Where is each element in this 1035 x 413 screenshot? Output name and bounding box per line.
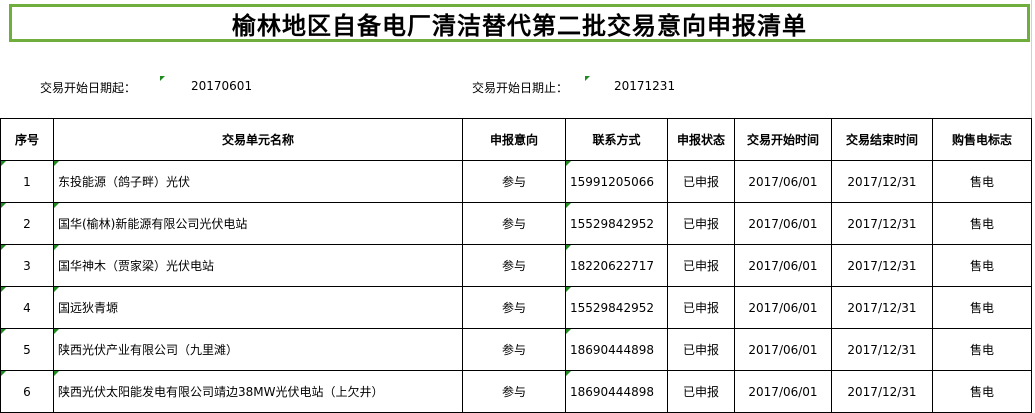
row-start-time: 2017/06/01 xyxy=(734,328,832,371)
table-row: 5 陕西光伏产业有限公司（九里滩） 参与 18690444898 已申报 201… xyxy=(0,328,1032,371)
row-unit-name: 国华神木（贾家梁）光伏电站 xyxy=(53,244,463,287)
start-date-value: 20170601 xyxy=(191,79,253,93)
row-end-time: 2017/12/31 xyxy=(831,286,933,329)
cell-comment-marker xyxy=(1,287,6,292)
table-row: 1 东投能源（鸽子畔）光伏 参与 15991205066 已申报 2017/06… xyxy=(0,160,1032,203)
cell-comment-marker xyxy=(566,329,571,334)
row-end-time: 2017/12/31 xyxy=(831,244,933,287)
row-contact: 15529842952 xyxy=(565,286,668,329)
cell-comment-marker xyxy=(54,245,59,250)
row-no: 2 xyxy=(0,202,54,245)
table-row: 3 国华神木（贾家梁）光伏电站 参与 18220622717 已申报 2017/… xyxy=(0,244,1032,287)
cell-comment-marker xyxy=(54,203,59,208)
start-date-label: 交易开始日期起： xyxy=(40,81,137,95)
row-start-time: 2017/06/01 xyxy=(734,202,832,245)
header-unit-name: 交易单元名称 xyxy=(53,118,463,161)
cell-comment-marker xyxy=(1,203,6,208)
header-contact: 联系方式 xyxy=(565,118,668,161)
row-status: 已申报 xyxy=(667,328,735,371)
row-no: 1 xyxy=(0,160,54,203)
header-end-time: 交易结束时间 xyxy=(831,118,933,161)
cell-comment-marker xyxy=(54,329,59,334)
declaration-table: 序号 交易单元名称 申报意向 联系方式 申报状态 交易开始时间 交易结束时间 购… xyxy=(0,118,1032,413)
row-end-time: 2017/12/31 xyxy=(831,370,933,413)
row-unit-name: 陕西光伏产业有限公司（九里滩） xyxy=(53,328,463,371)
cell-comment-marker xyxy=(1,329,6,334)
sheet-title: 榆林地区自备电厂清洁替代第二批交易意向申报清单 xyxy=(232,11,807,40)
header-status: 申报状态 xyxy=(667,118,735,161)
row-no: 3 xyxy=(0,244,54,287)
row-end-time: 2017/12/31 xyxy=(831,328,933,371)
row-intent: 参与 xyxy=(462,202,566,245)
row-contact: 18690444898 xyxy=(565,328,668,371)
cell-comment-marker xyxy=(1,161,6,166)
cell-comment-marker xyxy=(585,76,590,81)
cell-comment-marker xyxy=(566,203,571,208)
row-intent: 参与 xyxy=(462,328,566,371)
cell-comment-marker xyxy=(566,161,571,166)
row-contact: 18690444898 xyxy=(565,370,668,413)
end-date-value: 20171231 xyxy=(614,79,676,93)
row-intent: 参与 xyxy=(462,160,566,203)
row-start-time: 2017/06/01 xyxy=(734,160,832,203)
row-unit-name: 国远狄青塬 xyxy=(53,286,463,329)
cell-comment-marker xyxy=(54,161,59,166)
row-status: 已申报 xyxy=(667,286,735,329)
row-unit-name: 陕西光伏太阳能发电有限公司靖边38MW光伏电站（上欠井） xyxy=(53,370,463,413)
row-contact: 15529842952 xyxy=(565,202,668,245)
table-row: 2 国华(榆林)新能源有限公司光伏电站 参与 15529842952 已申报 2… xyxy=(0,202,1032,245)
cell-comment-marker xyxy=(566,287,571,292)
table-header-row: 序号 交易单元名称 申报意向 联系方式 申报状态 交易开始时间 交易结束时间 购… xyxy=(0,118,1032,161)
table-row: 4 国远狄青塬 参与 15529842952 已申报 2017/06/01 20… xyxy=(0,286,1032,329)
cell-comment-marker xyxy=(566,245,571,250)
row-flag: 售电 xyxy=(932,328,1032,371)
cell-comment-marker xyxy=(54,371,59,376)
row-flag: 售电 xyxy=(932,160,1032,203)
row-intent: 参与 xyxy=(462,244,566,287)
row-start-time: 2017/06/01 xyxy=(734,244,832,287)
row-intent: 参与 xyxy=(462,286,566,329)
row-unit-name: 国华(榆林)新能源有限公司光伏电站 xyxy=(53,202,463,245)
cell-comment-marker xyxy=(1,245,6,250)
cell-comment-marker xyxy=(1,371,6,376)
row-status: 已申报 xyxy=(667,202,735,245)
row-end-time: 2017/12/31 xyxy=(831,160,933,203)
row-flag: 售电 xyxy=(932,370,1032,413)
row-no: 5 xyxy=(0,328,54,371)
cell-comment-marker xyxy=(566,371,571,376)
row-no: 4 xyxy=(0,286,54,329)
table-row: 6 陕西光伏太阳能发电有限公司靖边38MW光伏电站（上欠井） 参与 186904… xyxy=(0,370,1032,413)
row-flag: 售电 xyxy=(932,286,1032,329)
row-flag: 售电 xyxy=(932,244,1032,287)
header-no: 序号 xyxy=(0,118,54,161)
row-intent: 参与 xyxy=(462,370,566,413)
row-contact: 15991205066 xyxy=(565,160,668,203)
row-end-time: 2017/12/31 xyxy=(831,202,933,245)
row-contact: 18220622717 xyxy=(565,244,668,287)
row-no: 6 xyxy=(0,370,54,413)
cell-comment-marker xyxy=(160,76,165,81)
row-status: 已申报 xyxy=(667,244,735,287)
header-intent: 申报意向 xyxy=(462,118,566,161)
row-status: 已申报 xyxy=(667,370,735,413)
sheet-title-box: 榆林地区自备电厂清洁替代第二批交易意向申报清单 xyxy=(9,4,1030,42)
row-status: 已申报 xyxy=(667,160,735,203)
row-start-time: 2017/06/01 xyxy=(734,370,832,413)
header-flag: 购售电标志 xyxy=(932,118,1032,161)
header-start-time: 交易开始时间 xyxy=(734,118,832,161)
row-start-time: 2017/06/01 xyxy=(734,286,832,329)
end-date-label: 交易开始日期止： xyxy=(472,81,569,95)
cell-comment-marker xyxy=(54,287,59,292)
row-flag: 售电 xyxy=(932,202,1032,245)
row-unit-name: 东投能源（鸽子畔）光伏 xyxy=(53,160,463,203)
